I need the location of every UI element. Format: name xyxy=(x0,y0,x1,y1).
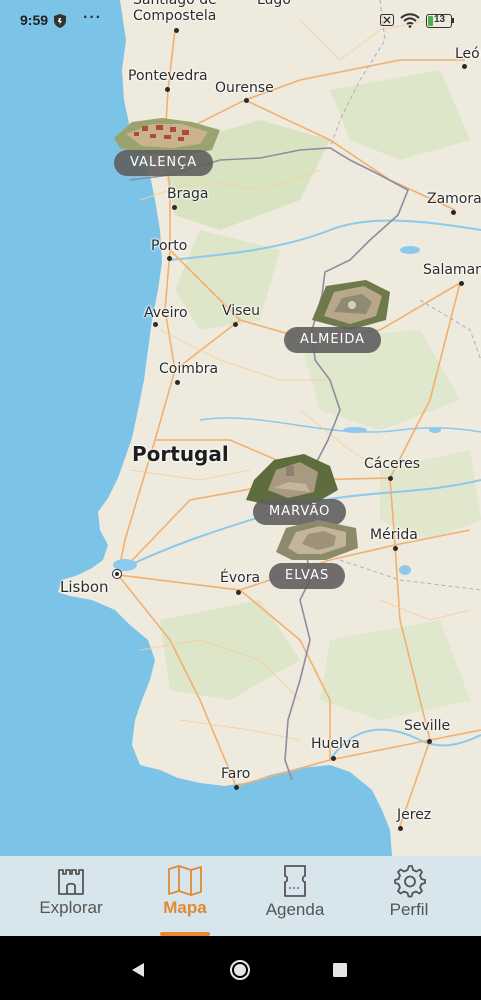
status-time: 9:59 xyxy=(20,12,49,28)
city-dot xyxy=(427,739,432,744)
back-icon[interactable] xyxy=(130,962,146,978)
city-dot xyxy=(233,322,238,327)
city-dot xyxy=(462,64,467,69)
map-icon xyxy=(168,865,202,896)
city-dot xyxy=(172,205,177,210)
battery-tip xyxy=(452,18,454,23)
system-nav-bar xyxy=(0,936,481,1000)
wifi-icon xyxy=(400,13,420,28)
tab-label: Perfil xyxy=(389,900,429,919)
city-label: Évora xyxy=(220,570,261,586)
ticket-icon xyxy=(284,865,306,897)
city-label: Zamora xyxy=(427,191,481,207)
city-label: Lisbon xyxy=(60,578,109,596)
fortress-image xyxy=(312,280,390,330)
city-dot xyxy=(331,756,336,761)
tab-label: Explorar xyxy=(39,898,103,917)
city-dot xyxy=(153,322,158,327)
city-label: Coimbra xyxy=(159,361,219,377)
city-dot xyxy=(398,826,403,831)
city-label: Huelva xyxy=(311,736,360,752)
map-view[interactable]: Santiago de Compostela Lugo León Ponteve… xyxy=(0,0,481,856)
city-label: Pontevedra xyxy=(128,68,208,84)
tab-label: Mapa xyxy=(163,898,207,917)
city-dot xyxy=(451,210,456,215)
city-label: Aveiro xyxy=(144,305,188,321)
city-dot xyxy=(393,546,398,551)
status-bar: 9:59 ··· 13 xyxy=(0,0,481,40)
city-label: Cáceres xyxy=(364,456,421,472)
fortress-label[interactable]: VALENÇA xyxy=(114,150,214,176)
battery-icon: 13 xyxy=(426,14,452,28)
city-label: Braga xyxy=(167,186,209,202)
city-dot xyxy=(388,476,393,481)
fortress-image xyxy=(276,520,358,560)
city-label: León xyxy=(455,46,481,62)
fortress-label[interactable]: ALMEIDA xyxy=(284,327,382,353)
city-label: Faro xyxy=(221,766,251,782)
city-dot xyxy=(167,256,172,261)
tab-label: Agenda xyxy=(265,900,325,919)
city-dot xyxy=(234,785,239,790)
tab-mapa[interactable]: Mapa xyxy=(130,856,240,936)
home-icon[interactable] xyxy=(229,959,251,981)
fortress-label[interactable]: ELVAS xyxy=(269,563,346,589)
shield-icon xyxy=(54,14,66,28)
city-dot xyxy=(244,98,249,103)
city-label: Seville xyxy=(404,718,451,734)
castle-icon xyxy=(58,869,84,895)
city-label: Mérida xyxy=(370,527,418,543)
tab-perfil[interactable]: Perfil xyxy=(354,856,464,936)
country-label: Portugal xyxy=(132,442,229,466)
tab-agenda[interactable]: Agenda xyxy=(240,856,350,936)
city-dot xyxy=(175,380,180,385)
city-dot xyxy=(236,590,241,595)
city-label: Salamanca xyxy=(423,262,481,278)
capital-marker xyxy=(112,569,122,579)
city-label: Viseu xyxy=(222,303,260,319)
city-label: Jerez xyxy=(397,807,432,823)
city-label: Porto xyxy=(151,238,188,254)
bottom-tab-bar: Explorar Mapa Agenda Perfil xyxy=(0,856,481,936)
gear-icon xyxy=(394,865,426,898)
city-dot xyxy=(165,87,170,92)
city-dot xyxy=(459,281,464,286)
battery-level: 13 xyxy=(434,14,446,25)
city-label: Ourense xyxy=(215,80,274,96)
tab-explorar[interactable]: Explorar xyxy=(16,856,126,936)
recents-icon[interactable] xyxy=(333,963,347,977)
sim-off-icon xyxy=(380,14,394,26)
more-notifications-icon: ··· xyxy=(83,9,102,26)
